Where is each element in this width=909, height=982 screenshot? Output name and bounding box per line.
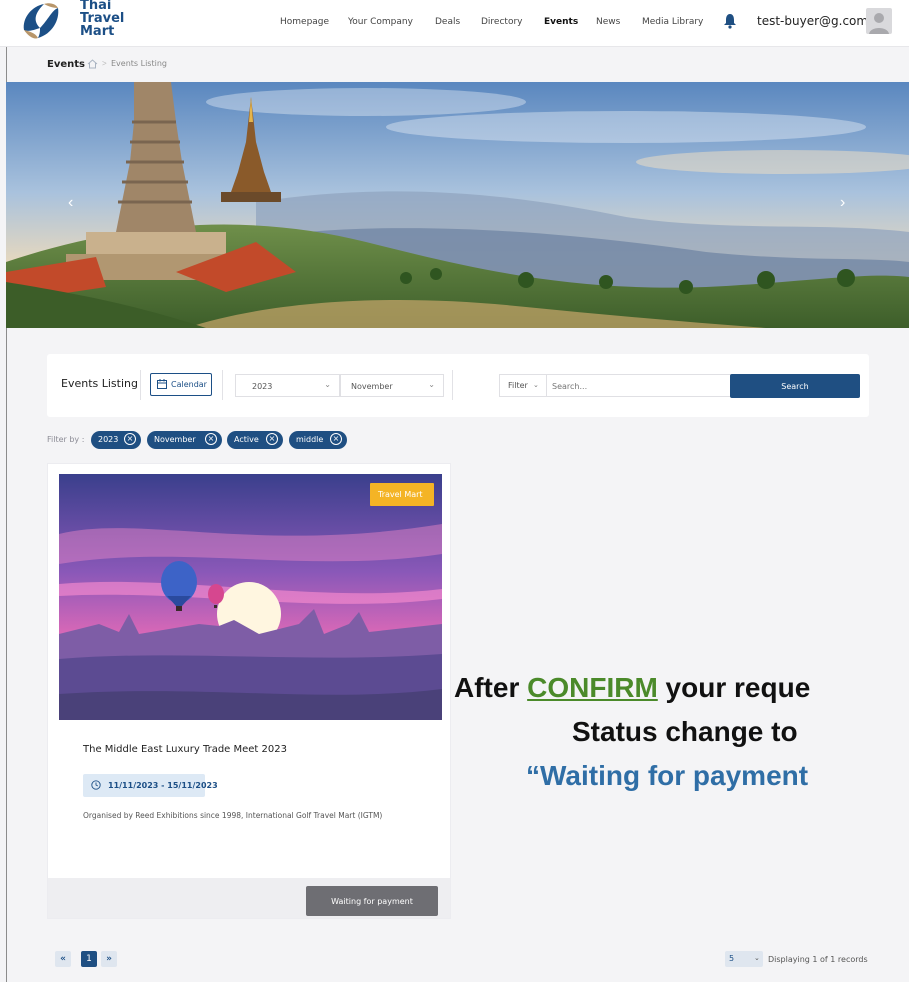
search-input[interactable] (550, 376, 734, 397)
close-icon[interactable]: × (124, 433, 136, 445)
events-listing-title: Events Listing (61, 377, 138, 390)
divider (222, 370, 223, 400)
hero-pagoda-landscape-image (6, 82, 909, 328)
month-select-value: November (351, 382, 393, 391)
per-page-value: 5 (729, 954, 735, 963)
per-page-select[interactable]: 5 ⌄ (725, 951, 763, 967)
nav-directory[interactable]: Directory (481, 17, 522, 27)
calendar-label: Calendar (171, 380, 207, 389)
nav-media-library[interactable]: Media Library (642, 17, 703, 27)
breadcrumb-separator: > (102, 59, 107, 68)
filter-by-label: Filter by : (47, 435, 85, 444)
year-select[interactable]: 2023 ⌄ (235, 374, 340, 397)
event-category-label: Travel Mart (378, 490, 423, 499)
breadcrumb-title: Events (47, 59, 85, 70)
nav-your-company[interactable]: Your Company (348, 17, 413, 27)
event-organiser: Organised by Reed Exhibitions since 1998… (83, 811, 383, 820)
event-image (59, 474, 442, 720)
year-select-value: 2023 (252, 382, 273, 391)
event-title[interactable]: The Middle East Luxury Trade Meet 2023 (83, 744, 287, 755)
first-page-button[interactable]: « (55, 951, 71, 967)
annotation-prefix: After (454, 672, 528, 703)
filter-chip-month: November × (147, 431, 222, 449)
clock-icon (91, 780, 101, 790)
filter-chip-keyword: middle × (289, 431, 347, 449)
waiting-for-payment-button[interactable]: Waiting for payment (306, 886, 438, 916)
event-card-footer: Waiting for payment (48, 878, 450, 918)
events-filter-bar: Events Listing Calendar 2023 ⌄ November … (47, 354, 869, 417)
records-count: Displaying 1 of 1 records (768, 955, 868, 964)
filter-chip-label: 2023 (98, 435, 119, 444)
close-icon[interactable]: × (330, 433, 342, 445)
chevron-left-icon[interactable]: ‹ (68, 194, 84, 212)
nav-news[interactable]: News (596, 17, 620, 27)
nav-events[interactable]: Events (544, 17, 578, 27)
top-header: Thai Travel Mart Homepage Your Company D… (0, 0, 909, 47)
annotation-suffix: your reque (657, 672, 811, 703)
logo-mark-icon (23, 3, 59, 39)
user-email[interactable]: test-buyer@g.com (757, 14, 868, 28)
search-button[interactable]: Search (730, 374, 860, 398)
event-date-badge: 11/11/2023 - 15/11/2023 (83, 774, 218, 797)
filter-dropdown[interactable]: Filter ⌄ (500, 375, 547, 396)
filter-chip-label: Active (234, 435, 259, 444)
search-group: Filter ⌄ (499, 374, 764, 397)
chevron-down-icon: ⌄ (533, 382, 539, 389)
annotation-line-3: “Waiting for payment (526, 760, 809, 791)
event-category-tag: Travel Mart (370, 483, 434, 506)
bell-icon[interactable] (723, 13, 737, 29)
user-avatar-icon[interactable] (866, 8, 892, 34)
home-icon[interactable] (87, 59, 98, 69)
close-icon[interactable]: × (266, 433, 278, 445)
filter-chip-status: Active × (227, 431, 283, 449)
annotation-confirm: CONFIRM (527, 672, 658, 703)
divider (140, 370, 141, 400)
annotation-line-2: Status change to (572, 716, 798, 747)
filter-chip-label: November (154, 435, 196, 444)
hero-banner: ‹ › (6, 82, 909, 328)
breadcrumb: Events > Events Listing (47, 58, 167, 72)
chevron-down-icon: ⌄ (428, 380, 435, 389)
filter-dropdown-label: Filter (508, 381, 528, 390)
close-icon[interactable]: × (205, 433, 217, 445)
event-card[interactable]: Travel Mart The Middle East Luxury Trade… (47, 463, 451, 919)
logo-line-mart: Mart (80, 24, 115, 39)
chevron-right-icon[interactable]: › (840, 194, 856, 212)
event-balloon-sunset-image (59, 474, 442, 720)
chevron-down-icon: ⌄ (754, 955, 760, 962)
filter-chip-label: middle (296, 435, 324, 444)
calendar-button[interactable]: Calendar (150, 373, 212, 396)
thai-travel-mart-logo[interactable]: Thai Travel Mart (18, 0, 124, 46)
nav-deals[interactable]: Deals (435, 17, 460, 27)
annotation-line-1: After CONFIRM your reque (454, 672, 810, 704)
month-select[interactable]: November ⌄ (340, 374, 444, 397)
instruction-annotation: After CONFIRM your reque Status change t… (454, 672, 909, 822)
nav-homepage[interactable]: Homepage (280, 17, 329, 27)
page-1-button[interactable]: 1 (81, 951, 97, 967)
chevron-down-icon: ⌄ (324, 380, 331, 389)
last-page-button[interactable]: » (101, 951, 117, 967)
calendar-icon (157, 379, 167, 389)
event-dates: 11/11/2023 - 15/11/2023 (108, 781, 218, 790)
divider (452, 370, 453, 400)
breadcrumb-current: Events Listing (111, 59, 167, 68)
logo-text: Thai Travel Mart (80, 0, 124, 39)
filter-chip-year: 2023 × (91, 431, 141, 449)
